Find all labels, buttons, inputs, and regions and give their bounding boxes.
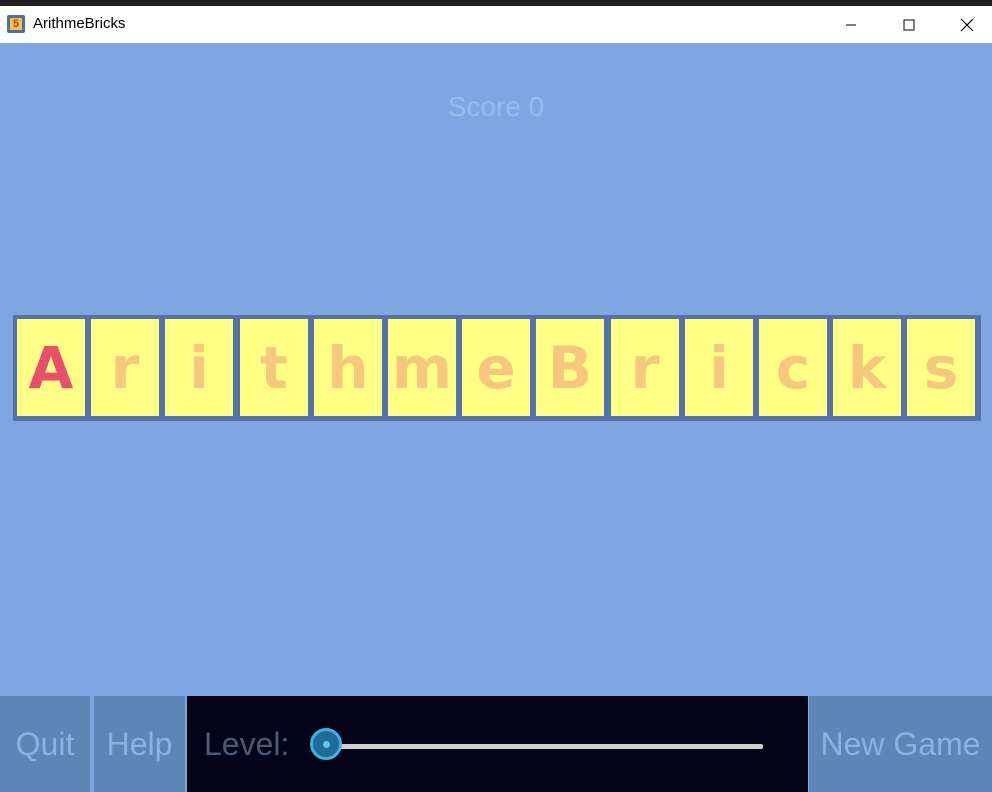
bottom-toolbar: Quit Help Level: New Game <box>0 696 992 792</box>
maximize-button[interactable] <box>880 6 938 43</box>
level-panel: Level: <box>187 696 808 792</box>
window-title: ArithmeBricks <box>33 15 126 32</box>
brick[interactable]: B <box>536 319 604 416</box>
new-game-button[interactable]: New Game <box>809 696 992 792</box>
brick[interactable]: A <box>17 319 85 416</box>
close-button[interactable] <box>938 6 992 43</box>
brick[interactable]: e <box>462 319 530 416</box>
game-playfield[interactable]: Score 0 ArithmeBricks <box>0 43 992 696</box>
app-icon: 5 <box>7 15 25 33</box>
brick[interactable]: c <box>759 319 827 416</box>
score-label: Score 0 <box>447 91 545 122</box>
level-slider-track[interactable] <box>327 744 763 749</box>
quit-button[interactable]: Quit <box>0 696 90 792</box>
brick[interactable]: s <box>907 319 975 416</box>
minimize-icon <box>846 24 856 25</box>
brick[interactable]: t <box>240 319 308 416</box>
brick[interactable]: i <box>685 319 753 416</box>
help-button[interactable]: Help <box>94 696 185 792</box>
title-bar[interactable]: 5 ArithmeBricks <box>0 6 992 43</box>
minimize-button[interactable] <box>822 6 880 43</box>
brick[interactable]: r <box>91 319 159 416</box>
close-icon <box>960 18 974 31</box>
brick[interactable]: m <box>388 319 456 416</box>
brick[interactable]: k <box>833 319 901 416</box>
brick[interactable]: i <box>165 319 233 416</box>
maximize-icon <box>903 19 915 30</box>
level-label: Level: <box>204 726 290 762</box>
brick[interactable]: r <box>611 319 679 416</box>
slider-handle-dot <box>323 741 330 748</box>
brick-row: ArithmeBricks <box>13 315 981 421</box>
level-slider-handle[interactable] <box>310 728 342 760</box>
app-icon-glyph: 5 <box>10 18 22 30</box>
brick[interactable]: h <box>314 319 382 416</box>
